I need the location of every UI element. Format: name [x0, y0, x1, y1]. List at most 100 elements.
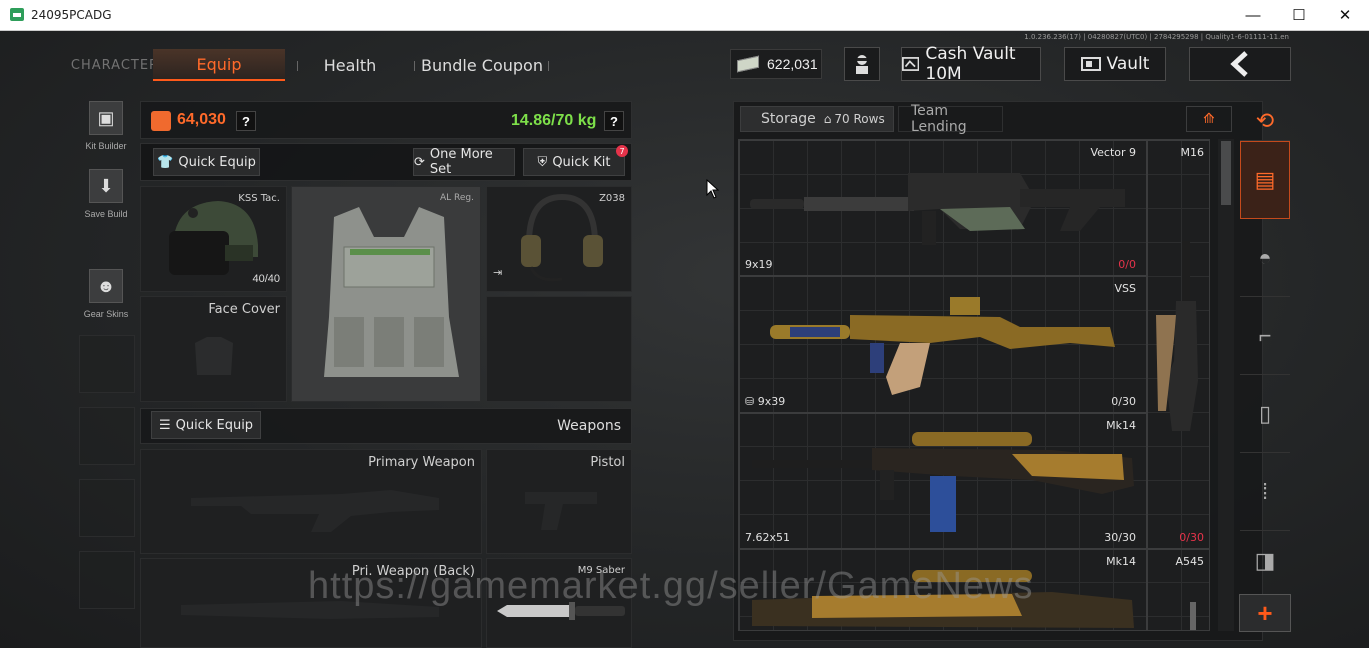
back-button[interactable] — [1189, 47, 1291, 81]
agent-button[interactable] — [844, 47, 880, 81]
pistol-label: Pistol — [590, 455, 625, 470]
item-caliber: ⛁ 9x39 — [745, 395, 786, 408]
armor-slot[interactable]: AL Reg. — [291, 186, 481, 402]
home-icon: ⌂ — [823, 112, 832, 126]
vault-button[interactable]: Vault — [1064, 47, 1166, 81]
category-rifle-icon[interactable]: ⌐ — [1240, 297, 1290, 375]
quick-kit-badge: 7 — [616, 145, 628, 157]
save-build-button[interactable]: ⬇ Save Build — [79, 169, 133, 219]
one-more-set-label: One More Set — [429, 147, 493, 177]
close-button[interactable]: ✕ — [1333, 4, 1357, 26]
face-cover-slot[interactable]: Face Cover — [140, 296, 287, 402]
headset-icon — [521, 193, 603, 282]
gear-skins-button[interactable]: ☻ Gear Skins — [79, 269, 133, 319]
item-name: M16 — [1180, 146, 1205, 159]
cash-icon — [737, 55, 759, 73]
rifle-vertical-icon — [1190, 602, 1196, 630]
minimize-button[interactable]: — — [1241, 4, 1265, 26]
category-ammo-icon[interactable]: ⁞ — [1240, 453, 1290, 531]
tab-team-lending[interactable]: Team Lending — [898, 103, 1003, 135]
app-icon — [10, 8, 24, 21]
cash-vault-button[interactable]: Cash Vault 10M — [901, 44, 1041, 84]
storage-item[interactable]: Vector 9 9x19 0/0 — [739, 140, 1147, 276]
headset-slot[interactable]: Z038 ⇥ — [486, 186, 632, 292]
weapons-quick-equip-button[interactable]: ☰ Quick Equip — [151, 411, 261, 439]
download-icon: ⬇ — [89, 169, 123, 203]
tab-divider — [297, 61, 298, 71]
storage-item[interactable]: M16 0/30 — [1147, 140, 1209, 549]
maximize-button[interactable]: ☐ — [1287, 4, 1311, 26]
watermark-text: https://gamemarket.gg/seller/GameNews — [308, 565, 1034, 607]
quick-kit-button[interactable]: ⛨ Quick Kit 7 — [523, 145, 628, 176]
tab-equip[interactable]: Equip — [153, 49, 285, 81]
storage-scrollbar[interactable] — [1218, 139, 1234, 631]
mouse-cursor-icon — [706, 179, 720, 199]
storage-item[interactable]: VSS ⛁ 9x39 0/30 — [739, 276, 1147, 413]
version-text: 1.0.236.236(17) | 04280827(UTC0) | 27842… — [1024, 33, 1289, 41]
agent-icon — [856, 55, 868, 74]
pistol-slot[interactable]: Pistol — [486, 449, 632, 554]
gear-skins-label: Gear Skins — [83, 309, 129, 319]
back-arrow-icon — [1230, 51, 1248, 77]
weapons-quick-equip-label: Quick Equip — [175, 417, 254, 433]
category-rail: ⟲ ▤ ◓ ⌐ ▯ ⁞ ◨ — [1240, 101, 1292, 601]
cash-icon — [902, 57, 920, 71]
add-category-button[interactable]: + — [1239, 594, 1291, 632]
item-ammo: 0/30 — [1179, 531, 1204, 544]
tab-storage[interactable]: Storage ⌂ 70 Rows — [740, 106, 894, 132]
equip-summary-bar: 64,030 ? 14.86/70 kg ? — [140, 101, 632, 139]
item-caliber: 7.62x51 — [745, 531, 790, 544]
save-build-label: Save Build — [84, 209, 128, 219]
empty-gear-slot[interactable] — [486, 296, 632, 402]
money-display: 622,031 — [730, 49, 822, 79]
body-armor-icon — [324, 207, 459, 377]
item-ammo: 30/30 — [1104, 531, 1136, 544]
category-attachment-icon[interactable]: ◨ — [1240, 531, 1290, 591]
category-magazine-icon[interactable]: ▯ — [1240, 375, 1290, 453]
value-help-button[interactable]: ? — [236, 111, 256, 131]
sidebar-empty-slot — [79, 551, 135, 609]
storage-item[interactable]: A545 — [1147, 549, 1209, 630]
tab-bundle-coupon[interactable]: Bundle Coupon — [418, 49, 546, 81]
tab-character[interactable]: CHARACTER — [71, 49, 158, 81]
kit-builder-button[interactable]: ▣ Kit Builder — [79, 101, 133, 151]
mask-icon: ☻ — [89, 269, 123, 303]
unequip-icon[interactable]: ⇥ — [493, 266, 502, 279]
marksman-rifle-icon — [752, 432, 1134, 532]
primary-weapon-slot[interactable]: Primary Weapon — [140, 449, 482, 554]
vault-label: Vault — [1106, 54, 1150, 74]
helmet-slot[interactable]: KSS Tac. 40/40 — [140, 186, 287, 292]
one-more-set-button[interactable]: ⟳ One More Set — [413, 147, 515, 177]
tab-divider — [548, 61, 549, 71]
equip-value: 64,030 — [177, 111, 226, 128]
shirt-icon: 👕 — [157, 154, 174, 170]
category-all-icon[interactable]: ⟲ — [1240, 101, 1290, 141]
weight-value: 14.86/70 kg — [511, 112, 597, 129]
item-caliber-value: 9x39 — [757, 395, 786, 408]
pistol-placeholder-icon — [525, 492, 597, 530]
helmet-durability: 40/40 — [252, 273, 280, 285]
item-name: A545 — [1175, 555, 1204, 568]
quick-equip-label: Quick Equip — [178, 154, 256, 170]
game-viewport: 1.0.236.236(17) | 04280827(UTC0) | 27842… — [0, 31, 1369, 648]
weight-help-button[interactable]: ? — [604, 111, 624, 131]
storage-label: Storage — [761, 111, 816, 127]
sidebar-empty-slot — [79, 479, 135, 537]
rifle-placeholder-icon — [191, 490, 439, 532]
category-helmet-icon[interactable]: ◓ — [1240, 219, 1290, 297]
scroll-thumb[interactable] — [1221, 141, 1231, 205]
window-titlebar: 24095PCADG — ☐ ✕ — [0, 0, 1369, 31]
tab-health[interactable]: Health — [300, 49, 400, 81]
storage-item[interactable]: Mk14 7.62x51 30/30 — [739, 413, 1147, 549]
quick-equip-button[interactable]: 👕 Quick Equip — [153, 148, 260, 176]
face-cover-placeholder-icon — [195, 337, 233, 375]
primary-weapon-label: Primary Weapon — [368, 455, 475, 470]
item-name: Vector 9 — [1090, 146, 1136, 159]
sort-button[interactable]: ⟰ — [1186, 106, 1232, 132]
category-armor-icon[interactable]: ▤ — [1240, 141, 1290, 219]
refresh-icon: ⟳ — [414, 154, 425, 170]
money-value: 622,031 — [767, 56, 818, 72]
cash-vault-label: Cash Vault 10M — [925, 44, 1016, 84]
sort-icon: ⟰ — [1203, 111, 1215, 127]
rifle-icon — [770, 297, 1115, 395]
